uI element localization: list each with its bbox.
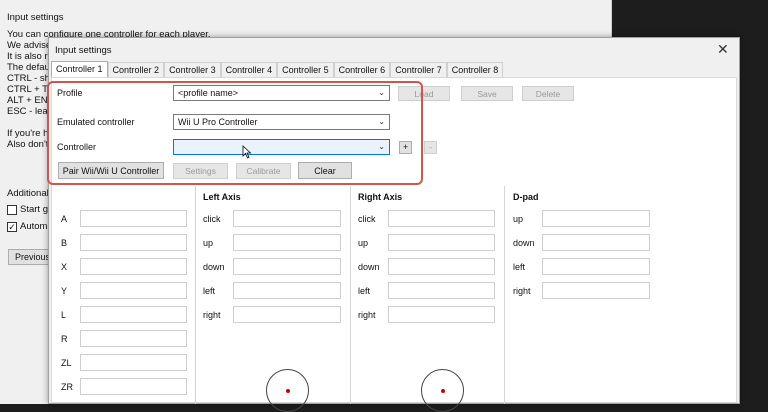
button-field-zl[interactable]: [80, 354, 187, 371]
dpad-title: D-pad: [513, 192, 539, 202]
right-axis-field-left[interactable]: [388, 282, 495, 299]
divider: [504, 186, 505, 404]
button-field-b[interactable]: [80, 234, 187, 251]
right-axis-field-up[interactable]: [388, 234, 495, 251]
right-axis-label-right: right: [358, 310, 376, 320]
left-axis-label-up: up: [203, 238, 214, 248]
divider: [195, 186, 196, 404]
help-line: It is also re: [7, 51, 53, 62]
right-stick-indicator: [421, 369, 464, 412]
tab-controller-6[interactable]: Controller 6: [333, 62, 391, 77]
remove-controller-button[interactable]: -: [424, 141, 437, 154]
controller-tabs: Controller 1 Controller 2 Controller 3 C…: [51, 61, 504, 78]
left-stick-indicator: [266, 369, 309, 412]
button-field-l[interactable]: [80, 306, 187, 323]
left-axis-label-left: left: [203, 286, 216, 296]
dialog-title: Input settings: [55, 45, 112, 56]
right-axis-label-up: up: [358, 238, 369, 248]
left-axis-field-up[interactable]: [233, 234, 341, 251]
right-axis-field-right[interactable]: [388, 306, 495, 323]
close-icon[interactable]: ✕: [717, 41, 729, 58]
highlight-box: [47, 81, 423, 185]
help-line: We advise: [7, 40, 52, 51]
left-axis-field-down[interactable]: [233, 258, 341, 275]
automatic-checkbox[interactable]: ✓: [7, 222, 17, 232]
button-label-zr: ZR: [61, 382, 73, 392]
right-axis-field-down[interactable]: [388, 258, 495, 275]
button-field-r[interactable]: [80, 330, 187, 347]
tab-controller-4[interactable]: Controller 4: [220, 62, 278, 77]
tab-controller-5[interactable]: Controller 5: [277, 62, 334, 77]
button-field-y[interactable]: [80, 282, 187, 299]
dpad-field-down[interactable]: [542, 234, 650, 251]
right-axis-label-click: click: [358, 214, 376, 224]
left-axis-field-click[interactable]: [233, 210, 341, 227]
dpad-field-right[interactable]: [542, 282, 650, 299]
button-label-l: L: [61, 310, 67, 320]
tab-controller-7[interactable]: Controller 7: [390, 62, 447, 77]
dpad-field-left[interactable]: [542, 258, 650, 275]
dpad-label-down: down: [513, 238, 535, 248]
button-field-zr[interactable]: [80, 378, 187, 395]
left-axis-title: Left Axis: [203, 192, 241, 202]
additional-label: Additional: [7, 188, 49, 199]
tab-controller-3[interactable]: Controller 3: [164, 62, 221, 77]
button-label-r: R: [61, 334, 68, 344]
dpad-label-left: left: [513, 262, 526, 272]
button-label-x: X: [61, 262, 68, 272]
help-line: The defaul: [7, 62, 52, 73]
dpad-label-up: up: [513, 214, 524, 224]
left-axis-field-right[interactable]: [233, 306, 341, 323]
right-axis-label-left: left: [358, 286, 371, 296]
left-axis-label-right: right: [203, 310, 221, 320]
button-label-b: B: [61, 238, 68, 248]
save-button[interactable]: Save: [461, 86, 513, 101]
help-line: Also don't: [7, 139, 49, 150]
tab-controller-1[interactable]: Controller 1: [51, 61, 108, 78]
dpad-field-up[interactable]: [542, 210, 650, 227]
right-axis-title: Right Axis: [358, 192, 403, 202]
divider: [350, 186, 351, 404]
delete-button[interactable]: Delete: [522, 86, 574, 101]
button-label-zl: ZL: [61, 358, 72, 368]
left-stick-dot: [286, 389, 290, 393]
left-axis-field-left[interactable]: [233, 282, 341, 299]
right-axis-label-down: down: [358, 262, 380, 272]
button-field-a[interactable]: [80, 210, 187, 227]
dpad-label-right: right: [513, 286, 531, 296]
tab-controller-2[interactable]: Controller 2: [107, 62, 165, 77]
button-label-y: Y: [61, 286, 68, 296]
right-stick-dot: [441, 389, 445, 393]
start-game-checkbox[interactable]: [7, 205, 17, 215]
background-window-title: Input settings: [7, 12, 64, 23]
right-axis-field-click[interactable]: [388, 210, 495, 227]
left-axis-label-down: down: [203, 262, 225, 272]
tab-controller-8[interactable]: Controller 8: [446, 62, 504, 77]
button-field-x[interactable]: [80, 258, 187, 275]
left-axis-label-click: click: [203, 214, 221, 224]
button-label-a: A: [61, 214, 68, 224]
